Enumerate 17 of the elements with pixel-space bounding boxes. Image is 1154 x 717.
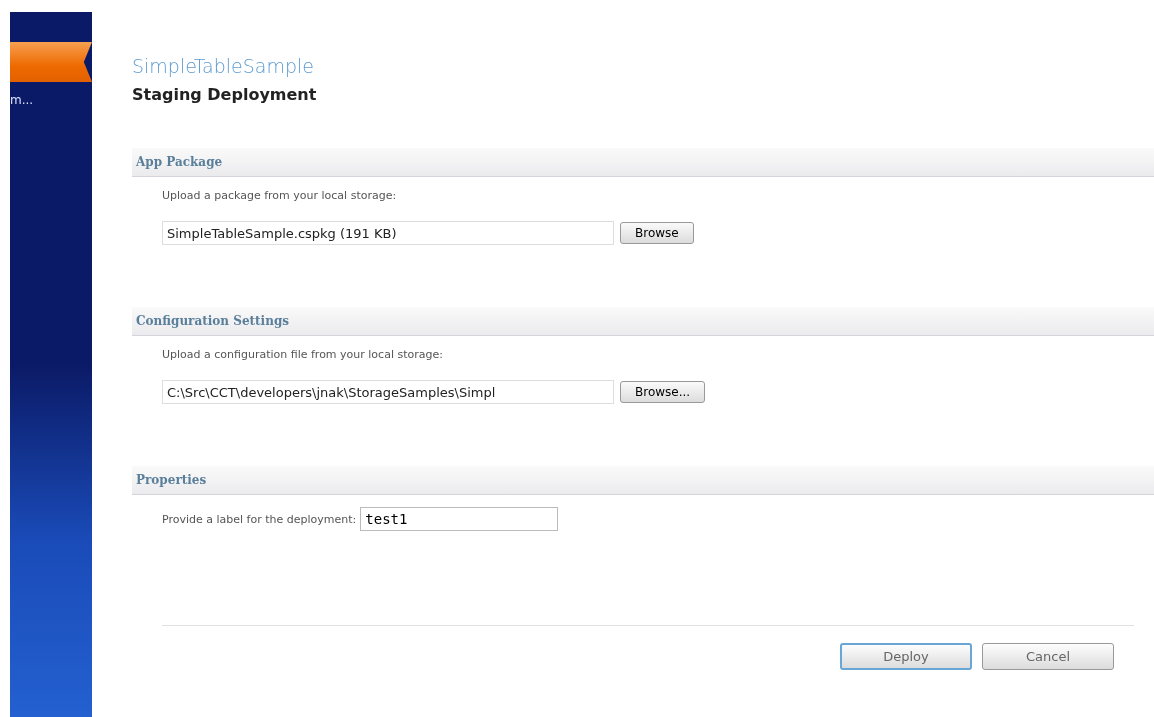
deploy-button[interactable]: Deploy bbox=[840, 643, 972, 670]
file-path-field[interactable]: SimpleTableSample.cspkg (191 KB) bbox=[162, 221, 614, 245]
sidebar-tab[interactable] bbox=[10, 42, 92, 82]
section-header: Configuration Settings bbox=[132, 307, 1154, 336]
app-title: SimpleTableSample bbox=[132, 55, 316, 77]
browse-button[interactable]: Browse bbox=[620, 222, 694, 244]
section-header: Properties bbox=[132, 466, 1154, 495]
file-path-field[interactable]: C:\Src\CCT\developers\jnak\StorageSamples\Simpl bbox=[162, 380, 614, 404]
browse-button[interactable]: Browse... bbox=[620, 381, 706, 403]
sidebar-item[interactable]: m... bbox=[10, 82, 92, 107]
instruction-text: Upload a configuration file from your local storage: bbox=[162, 348, 444, 361]
cancel-button[interactable]: Cancel bbox=[982, 643, 1114, 670]
label-field[interactable]: test1 bbox=[360, 507, 559, 531]
page-heading: Staging Deployment bbox=[132, 85, 318, 104]
section-header: App Package bbox=[132, 148, 1154, 177]
field-label: Provide a label for the deployment: bbox=[162, 512, 357, 526]
instruction-text: Upload a package from your local storage: bbox=[162, 189, 398, 202]
